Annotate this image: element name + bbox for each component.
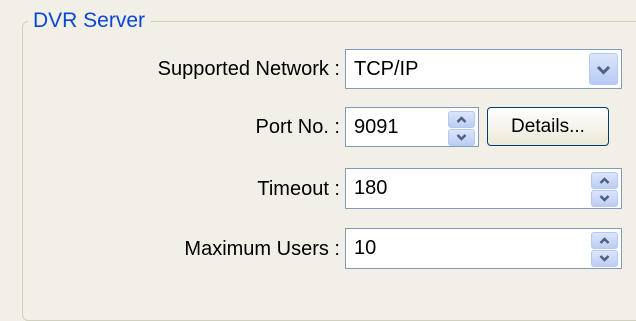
arrow-up-icon: [456, 116, 467, 123]
port-input[interactable]: 9091: [345, 107, 479, 147]
timeout-spin-up[interactable]: [591, 172, 618, 189]
max-users-input[interactable]: 10: [345, 228, 622, 269]
network-value: TCP/IP: [354, 57, 419, 80]
port-spin-up[interactable]: [448, 111, 475, 128]
group-title: DVR Server: [28, 8, 151, 34]
port-spin-down[interactable]: [448, 129, 475, 146]
network-select[interactable]: TCP/IP: [345, 49, 622, 89]
arrow-down-icon: [599, 195, 610, 202]
details-button[interactable]: Details...: [487, 107, 609, 146]
max-users-spin-down[interactable]: [591, 250, 618, 267]
max-users-spin-up[interactable]: [591, 232, 618, 249]
arrow-up-icon: [599, 237, 610, 244]
max-users-spinner[interactable]: [591, 232, 618, 267]
max-users-label: Maximum Users :: [184, 238, 340, 260]
arrow-up-icon: [599, 177, 610, 184]
network-label: Supported Network :: [157, 58, 340, 80]
timeout-value: 180: [354, 177, 388, 199]
timeout-spin-down[interactable]: [591, 190, 618, 207]
network-dropdown-button[interactable]: [589, 53, 618, 85]
arrow-down-icon: [599, 255, 610, 262]
timeout-spinner[interactable]: [591, 172, 618, 207]
timeout-label: Timeout :: [257, 178, 340, 200]
port-value: 9091: [354, 115, 399, 138]
port-spinner[interactable]: [448, 111, 475, 146]
port-label: Port No. :: [255, 116, 340, 138]
timeout-input[interactable]: 180: [345, 168, 622, 209]
chevron-down-icon: [596, 65, 611, 75]
arrow-down-icon: [456, 134, 467, 141]
max-users-value: 10: [354, 237, 377, 259]
